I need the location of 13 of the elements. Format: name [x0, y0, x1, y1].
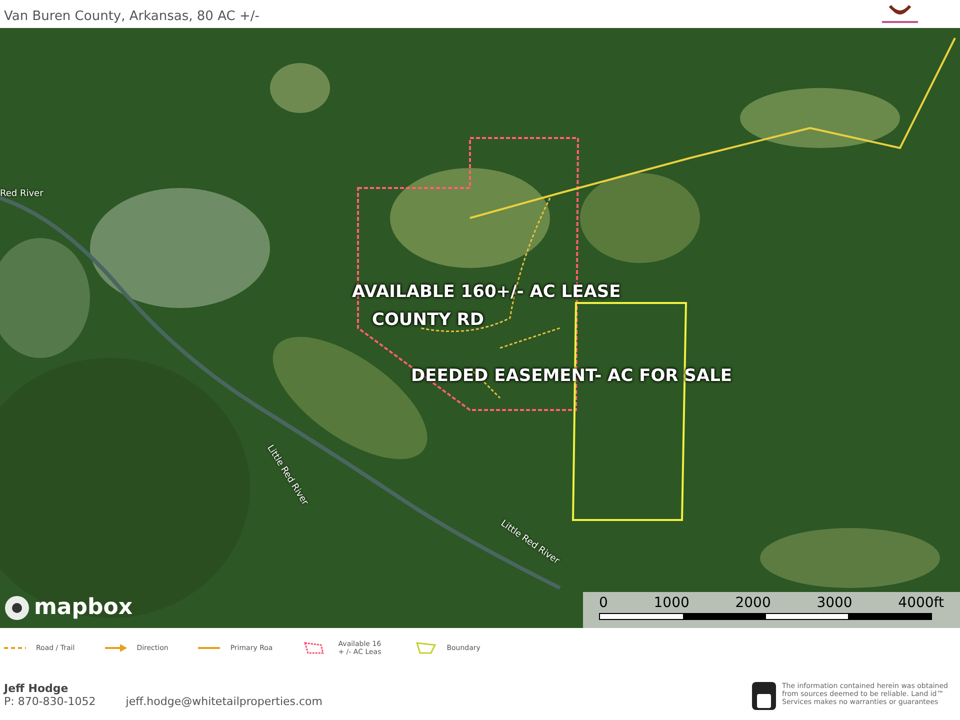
- agent-name: Jeff Hodge: [4, 682, 70, 695]
- agent-email: jeff.hodge@whitetailproperties.com: [126, 695, 322, 708]
- scale-tick-label: 2000: [735, 596, 771, 610]
- scale-tick-label: 0: [599, 596, 608, 610]
- map-attribution: mapbox: [34, 594, 133, 622]
- scale-tick-label: 4000ft: [898, 596, 944, 610]
- agent-phone: P: 870-830-1052: [4, 695, 96, 708]
- map-label: AVAILABLE 160+/- AC LEASE: [352, 281, 621, 304]
- location-subtitle: Van Buren County, Arkansas, 80 AC +/-: [4, 9, 260, 26]
- map-label: COUNTY RD: [372, 309, 484, 332]
- scale-tick-label: 1000: [654, 596, 690, 610]
- scale-tick-label: 3000: [816, 596, 852, 610]
- river-label: Red River: [0, 188, 44, 201]
